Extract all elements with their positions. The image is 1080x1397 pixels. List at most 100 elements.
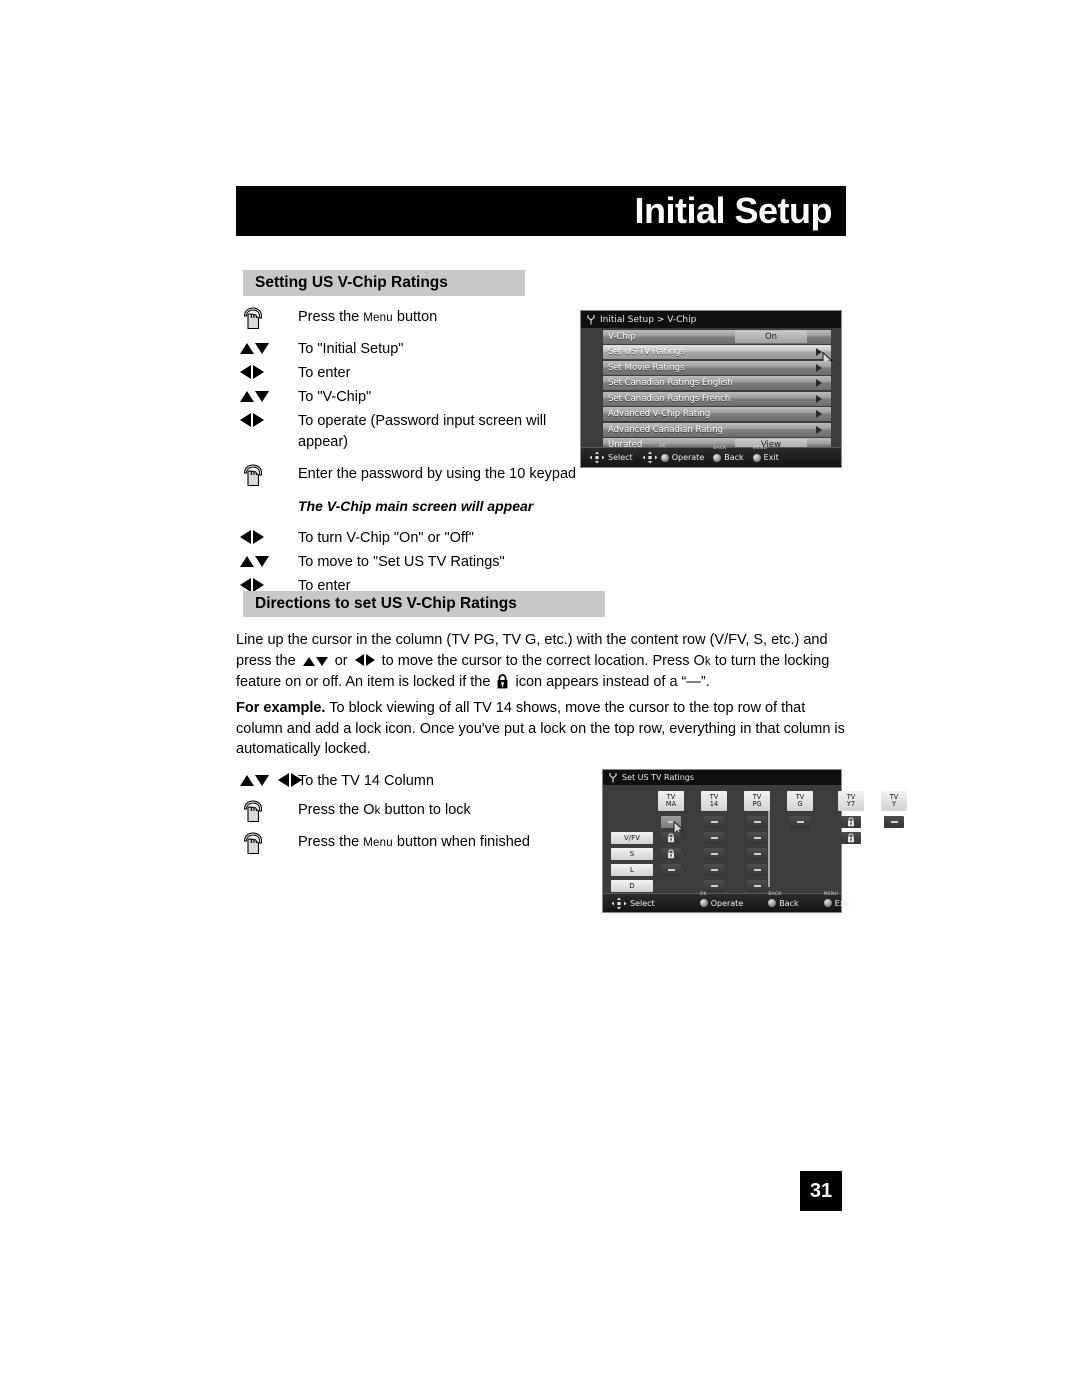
- step-row: Press the Menu button when finished: [240, 831, 580, 856]
- grid-cell[interactable]: [790, 816, 810, 828]
- osd-menu-list: V-Chip On Set US TV Ratings Set Movie Ra…: [581, 329, 841, 452]
- footer-hint-cap: OK: [699, 891, 707, 897]
- grid-column-header[interactable]: TV PG: [744, 791, 770, 811]
- left-right-arrows-icon: [240, 410, 298, 429]
- step-row: To enter: [240, 362, 580, 384]
- grid-cell[interactable]: [661, 832, 681, 844]
- grid-cell[interactable]: [747, 832, 767, 844]
- menu-item-advanced-canadian-rating[interactable]: Advanced Canadian Rating: [603, 422, 831, 437]
- section-heading-directions: Directions to set US V-Chip Ratings: [243, 591, 605, 617]
- round-button-icon: [823, 899, 832, 907]
- grid-column-header[interactable]: TV 14: [701, 791, 727, 811]
- tuning-fork-icon: [609, 773, 617, 783]
- footer-hint-label: Exit: [834, 898, 850, 908]
- dpad-icon: [589, 451, 605, 464]
- up-down-arrows-icon: [240, 338, 298, 357]
- grid-cell[interactable]: [704, 848, 724, 860]
- footer-hint-cap: MENU: [752, 446, 768, 451]
- dash-marker: [890, 821, 898, 823]
- grid-cell[interactable]: [841, 832, 861, 844]
- lock-icon: [497, 674, 508, 696]
- grid-column-header[interactable]: TV MA: [658, 791, 684, 811]
- footer-hint-select: Select: [589, 451, 633, 464]
- step-text: To enter: [298, 365, 351, 381]
- round-button-icon: [768, 899, 777, 907]
- grid-column-header[interactable]: TV G: [787, 791, 813, 811]
- step-row: To operate (Password input screen will a…: [240, 410, 580, 453]
- grid-row-header[interactable]: L: [611, 864, 653, 876]
- osd-title-bar: Set US TV Ratings: [603, 770, 841, 785]
- chevron-right-icon: [816, 394, 822, 403]
- grid-cell[interactable]: [661, 848, 681, 860]
- step-text: To move to "Set US TV Ratings": [298, 554, 505, 570]
- grid-cell[interactable]: [704, 880, 724, 892]
- step-text: To turn V-Chip "On" or "Off": [298, 530, 474, 546]
- grid-cell[interactable]: [841, 816, 861, 828]
- footer-hint-cap: BACK: [768, 891, 782, 897]
- grid-cell[interactable]: [704, 864, 724, 876]
- up-down-arrows-icon: [240, 551, 298, 570]
- section-heading-setting-us-vchip: Setting US V-Chip Ratings: [243, 270, 525, 296]
- footer-hint-label: Operate: [710, 898, 744, 908]
- dpad-icon: [611, 897, 627, 909]
- grid-cell[interactable]: [747, 816, 767, 828]
- menu-item-set-canadian-ratings-french[interactable]: Set Canadian Ratings French: [603, 391, 831, 406]
- ratings-grid: TV MA TV 14 TV PG TV G TV Y7 TV Y V/FV S L D: [603, 785, 907, 894]
- grid-cell[interactable]: [704, 832, 724, 844]
- step-text: Press the Menu button when finished: [298, 834, 530, 850]
- grid-row-header[interactable]: V/FV: [611, 832, 653, 844]
- menu-item-set-canadian-ratings-english[interactable]: Set Canadian Ratings English: [603, 376, 831, 390]
- up-down-arrows-icon: [302, 656, 328, 666]
- menu-item-value[interactable]: On: [735, 330, 807, 343]
- grid-cell[interactable]: [661, 816, 681, 828]
- dash-marker: [710, 885, 718, 887]
- footer-hint-back: BACK Back: [768, 892, 799, 908]
- dash-marker: [710, 821, 718, 823]
- menu-item-advanced-vchip-rating[interactable]: Advanced V-Chip Rating: [603, 407, 831, 421]
- hand-press-icon: [240, 306, 298, 331]
- menu-item-vchip[interactable]: V-Chip On: [603, 329, 831, 344]
- grid-cell[interactable]: [747, 864, 767, 876]
- footer-hint-cap: BACK: [713, 446, 727, 451]
- paragraph-text: to move the cursor to the correct locati…: [377, 652, 705, 669]
- grid-cell[interactable]: [747, 848, 767, 860]
- footer-hint-cap: OK: [658, 444, 666, 449]
- chevron-right-icon: [816, 379, 822, 387]
- menu-item-set-us-tv-ratings[interactable]: Set US TV Ratings: [603, 345, 833, 367]
- hand-press-icon: [240, 799, 298, 824]
- chapter-title-bar: Initial Setup: [236, 186, 846, 236]
- chevron-right-icon: [816, 363, 822, 372]
- menu-item-set-movie-ratings[interactable]: Set Movie Ratings: [603, 360, 831, 375]
- dash-marker: [753, 885, 761, 887]
- lock-icon: [848, 817, 854, 827]
- chevron-right-icon: [816, 348, 822, 356]
- paragraph-text: or: [330, 652, 352, 669]
- step-row: To move to "Set US TV Ratings": [240, 551, 580, 573]
- grid-column-header-line: MA: [665, 800, 677, 808]
- chevron-right-icon: [816, 410, 822, 418]
- page-number: 31: [800, 1171, 842, 1211]
- grid-column-header[interactable]: TV Y: [881, 791, 907, 811]
- osd-title-text: Initial Setup > V-Chip: [600, 314, 697, 325]
- footer-hint-label: Exit: [763, 453, 779, 462]
- osd-title-text: Set US TV Ratings: [622, 773, 695, 782]
- grid-cell[interactable]: [661, 864, 681, 876]
- round-button-icon: [699, 899, 708, 907]
- step-text: To "V-Chip": [298, 389, 372, 405]
- chapter-title: Initial Setup: [634, 190, 832, 231]
- grid-column-header[interactable]: TV Y7: [838, 791, 864, 811]
- dash-marker: [753, 821, 761, 823]
- step-row: To "Initial Setup": [240, 338, 580, 360]
- chevron-right-icon: [816, 425, 822, 434]
- grid-row-header[interactable]: D: [611, 880, 653, 892]
- grid-row-header[interactable]: S: [611, 848, 653, 860]
- grid-cell[interactable]: [747, 880, 767, 892]
- grid-cell[interactable]: [704, 816, 724, 828]
- left-right-arrows-icon: [354, 653, 375, 666]
- footer-hint-label: Select: [630, 898, 655, 908]
- directions-paragraph: Line up the cursor in the column (TV PG,…: [236, 630, 846, 696]
- menu-item-label: Set Movie Ratings: [608, 362, 685, 373]
- step-row: Press the Ok button to lock: [240, 799, 580, 824]
- grid-cell[interactable]: [884, 816, 904, 828]
- footer-hint-operate: OK Operate: [699, 892, 744, 908]
